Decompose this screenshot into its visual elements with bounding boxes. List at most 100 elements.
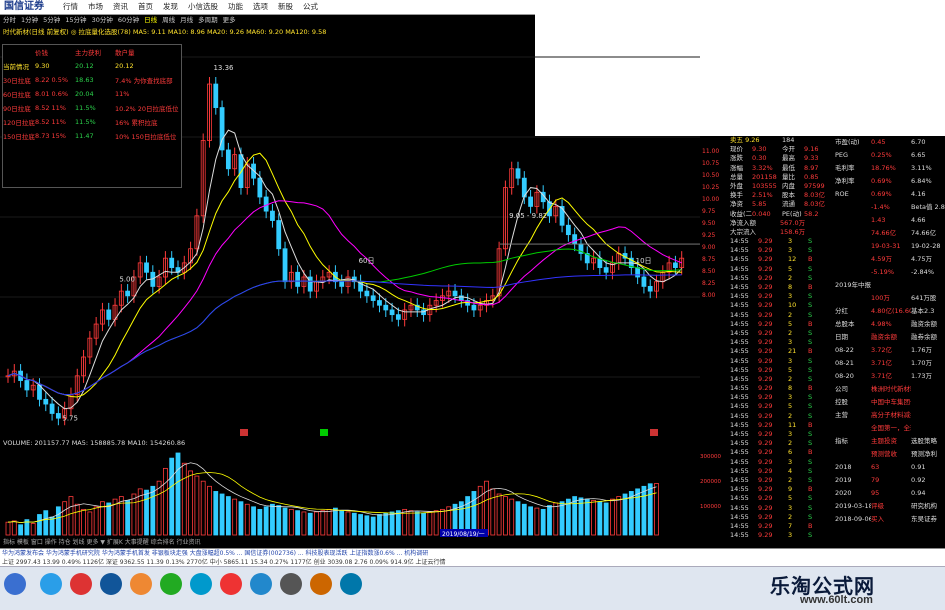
timeframe-tab[interactable]: 月线: [180, 15, 193, 26]
fin-row[interactable]: 毛利率 18.76% 3.11%: [835, 162, 945, 175]
app-icon[interactable]: [70, 573, 92, 595]
fin-row[interactable]: 主营 高分子材料减振降噪弹性: [835, 409, 945, 422]
tick-cell: 7: [788, 521, 793, 530]
fin-row[interactable]: 日期 融资余额 融券余额: [835, 331, 945, 344]
fin-row[interactable]: 2018 63 0.91: [835, 461, 945, 474]
volume-bar: [270, 503, 275, 536]
fin-row[interactable]: 100万 641万股: [835, 292, 945, 305]
fin-row[interactable]: 2019年中报于8月28日披露: [835, 279, 945, 292]
menu-item[interactable]: 资讯: [108, 0, 133, 14]
menu-item[interactable]: 行情: [58, 0, 83, 14]
indicator-tabs[interactable]: 指标 模板 窗口 操作 持仓 划线 更多 ▼ 扩展K 大事提醒 综合排名 行业资…: [0, 538, 945, 547]
fin-row[interactable]: 2018-09-06 买入 东吴证券: [835, 513, 945, 526]
volume-bar: [225, 496, 231, 536]
candle: [572, 234, 578, 245]
menu-item[interactable]: 发现: [158, 0, 183, 14]
fin-row[interactable]: 全国第一，全球第四: [835, 422, 945, 435]
axis-tick: 10.75: [702, 160, 720, 167]
tick-cell: 9.29: [758, 292, 773, 301]
tick-cell: S: [808, 356, 813, 365]
news-line[interactable]: 华为鸿蒙发布会 华为鸿蒙手机研究院 华为鸿蒙手机首发 非银板块走强 大盘涨幅超0…: [0, 549, 945, 558]
app-icon[interactable]: [220, 573, 242, 595]
timeframe-tab[interactable]: 分时: [3, 15, 16, 26]
timeframe-tab[interactable]: 30分钟: [92, 15, 113, 26]
volume-chart[interactable]: VOLUME: 201157.77 MA5: 158885.78 MA10: 1…: [0, 437, 700, 537]
app-icon[interactable]: [310, 573, 332, 595]
timeframe-tab[interactable]: 多周期: [198, 15, 218, 26]
fin-row[interactable]: 控股 中国中车集团公司: [835, 396, 945, 409]
volume-axis-tick: 100000: [700, 504, 721, 510]
menu-item[interactable]: 新股: [273, 0, 298, 14]
menu-item[interactable]: 功能: [223, 0, 248, 14]
panel-row: 120日拉底 8.52 11% 11.5% 16% 累积拉底: [3, 115, 181, 129]
fin-row[interactable]: 指标 主题投资 选股策略: [835, 435, 945, 448]
volume-bar: [301, 511, 307, 536]
quote-cell: 涨幅: [730, 163, 743, 172]
timeframe-tab[interactable]: 1分钟: [21, 15, 38, 26]
app-icon[interactable]: [250, 573, 272, 595]
fin-row[interactable]: 净利率 0.69% 6.84%: [835, 175, 945, 188]
app-icon[interactable]: [340, 573, 362, 595]
fin-row[interactable]: -5.19% -2.84%: [835, 266, 945, 279]
volume-bar: [194, 475, 200, 536]
fin-row[interactable]: 1.43 4.66: [835, 214, 945, 227]
fin-row[interactable]: 19-03-31 19-02-28: [835, 240, 945, 253]
candle: [263, 196, 269, 212]
fin-row[interactable]: 4.59万 4.75万: [835, 253, 945, 266]
fin-row[interactable]: 分红 4.80亿(16.60%)基本2.3: [835, 305, 945, 318]
fin-row[interactable]: 08-20 3.71亿 1.73万: [835, 370, 945, 383]
timeframe-tab[interactable]: 更多: [223, 15, 236, 26]
app-icon[interactable]: [100, 573, 122, 595]
quote-cell: 9.30: [752, 145, 767, 154]
menu-item[interactable]: 公式: [298, 0, 323, 14]
app-icon[interactable]: [160, 573, 182, 595]
candle: [106, 309, 112, 320]
quote-cell: 内盘: [782, 181, 795, 190]
fin-row[interactable]: 总股本 4.98% 融资余额: [835, 318, 945, 331]
fin-row[interactable]: 市盈(动) 0.45 6.70: [835, 136, 945, 149]
fin-row[interactable]: 08-21 3.71亿 1.70万: [835, 357, 945, 370]
timeframe-tab[interactable]: 5分钟: [43, 15, 60, 26]
fin-row[interactable]: 74.66亿 74.66亿: [835, 227, 945, 240]
tick-cell: B: [808, 420, 813, 429]
timeframe-tab[interactable]: 15分钟: [65, 15, 86, 26]
fin-row[interactable]: 公司 株洲时代新材料科技股份: [835, 383, 945, 396]
tick-cell: 14:55: [730, 255, 749, 264]
tick-cell: 14:55: [730, 512, 749, 521]
menu-item[interactable]: 小信选股: [183, 0, 223, 14]
menu-item[interactable]: 选项: [248, 0, 273, 14]
candle: [213, 83, 219, 108]
tick-cell: 14:55: [730, 430, 749, 438]
fin-row[interactable]: 预测营收 预测净利: [835, 448, 945, 461]
volume-bar: [314, 511, 319, 536]
timeframe-tab[interactable]: 日线: [144, 15, 157, 26]
tick-cell: 9.29: [758, 420, 773, 429]
fin-row[interactable]: 2019 79 0.92: [835, 474, 945, 487]
app-icon[interactable]: [190, 573, 212, 595]
fin-cell: 19-02-28: [911, 242, 941, 250]
tick-cell: 14:55: [730, 283, 749, 291]
tick-cell: S: [808, 365, 813, 374]
tick-row: 14:55 9.29 5 S: [730, 494, 835, 503]
start-icon[interactable]: [4, 573, 26, 595]
volume-bar: [370, 516, 376, 536]
fin-cell: -1.4%: [871, 203, 890, 211]
panel-cell: 20.12: [115, 62, 134, 70]
fin-cell: 净利率: [835, 177, 855, 185]
fin-row[interactable]: 2019-03-18 评级 研究机构: [835, 500, 945, 513]
panel-cell: 8.01 0.6%: [35, 90, 69, 98]
fin-row[interactable]: -1.4% Beta值 2.81: [835, 201, 945, 214]
fin-row[interactable]: 08-22 3.72亿 1.76万: [835, 344, 945, 357]
timeframe-tab[interactable]: 周线: [162, 15, 175, 26]
menu-item[interactable]: 首页: [133, 0, 158, 14]
fin-row[interactable]: 2020 95 0.94: [835, 487, 945, 500]
app-icon[interactable]: [280, 573, 302, 595]
app-icon[interactable]: [130, 573, 152, 595]
menu-item[interactable]: 市场: [83, 0, 108, 14]
tick-row: 14:55 9.29 3 S: [730, 430, 835, 439]
timeframe-tab[interactable]: 60分钟: [118, 15, 139, 26]
browser-icon[interactable]: [40, 573, 62, 595]
fin-row[interactable]: ROE 0.69% 4.16: [835, 188, 945, 201]
tick-row: 14:55 9.29 12 B: [730, 255, 835, 264]
fin-row[interactable]: PEG 0.25% 6.65: [835, 149, 945, 162]
